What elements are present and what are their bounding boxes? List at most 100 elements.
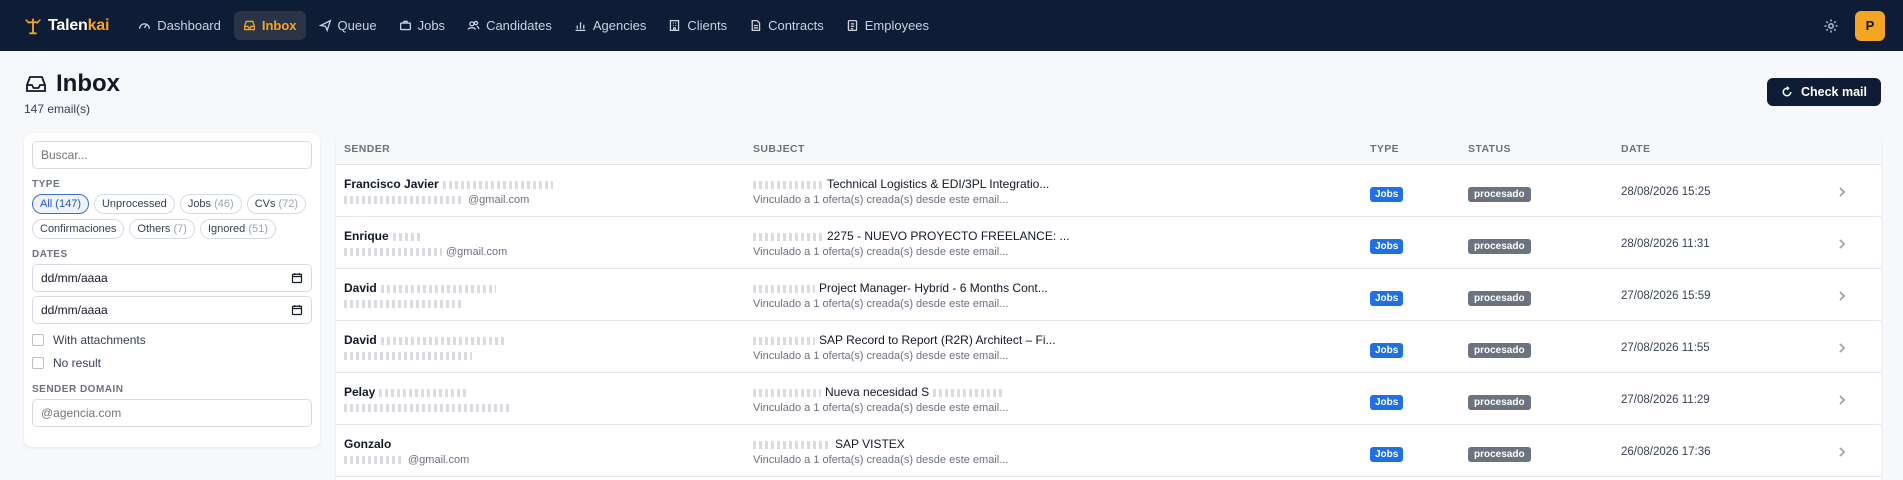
redacted-text — [753, 336, 815, 345]
nav-item-contracts[interactable]: Contracts — [740, 11, 833, 40]
type-badge: Jobs — [1370, 239, 1404, 254]
nav-item-dashboard[interactable]: Dashboard — [129, 11, 230, 40]
nav-label: Inbox — [261, 18, 297, 33]
nav-label: Contracts — [768, 18, 824, 33]
chip-all[interactable]: All (147) — [32, 194, 89, 214]
sender-name: Enrique — [344, 229, 389, 243]
nav-label: Clients — [687, 18, 728, 33]
status-badge: procesado — [1468, 343, 1531, 358]
table-row[interactable]: David Project Manager- Hybrid - 6 Months… — [336, 269, 1881, 321]
subject-sub: Vinculado a 1 oferta(s) creada(s) desde … — [753, 350, 1009, 362]
type-label: TYPE — [32, 179, 61, 190]
chevron-right-icon[interactable] — [1837, 291, 1847, 301]
sender-email: @gmail.com — [468, 194, 530, 206]
subject-text: Technical Logistics & EDI/3PL Integratio… — [827, 177, 1050, 191]
sender-domain-label: SENDER DOMAIN — [32, 384, 124, 395]
nav-item-agencies[interactable]: Agencies — [565, 11, 655, 40]
redacted-text — [392, 232, 423, 241]
chip-jobs[interactable]: Jobs (46) — [179, 194, 242, 214]
redacted-text — [344, 248, 442, 257]
table-row[interactable]: Gonzalo @gmail.com SAP VISTEX Vinculado … — [336, 425, 1881, 477]
page-title-row: Inbox — [24, 70, 120, 98]
check-mail-button[interactable]: Check mail — [1766, 78, 1881, 106]
sender-name: Pelay — [344, 385, 376, 399]
subject-sub: Vinculado a 1 oferta(s) creada(s) desde … — [753, 402, 1009, 414]
type-badge: Jobs — [1370, 187, 1404, 202]
subject-sub: Vinculado a 1 oferta(s) creada(s) desde … — [753, 194, 1009, 206]
sender-cell: Enrique @gmail.com — [344, 229, 744, 258]
header-subject: SUBJECT — [753, 143, 805, 155]
chevron-right-icon[interactable] — [1837, 187, 1847, 197]
subject-sub: Vinculado a 1 oferta(s) creada(s) desde … — [753, 454, 1009, 466]
user-avatar[interactable]: P — [1855, 10, 1885, 41]
sender-email: @gmail.com — [408, 454, 470, 466]
gauge-icon — [139, 23, 151, 29]
redacted-text — [933, 388, 1004, 397]
status-badge: procesado — [1468, 187, 1531, 202]
chip-cvs[interactable]: CVs (72) — [246, 194, 307, 214]
chip-ignored[interactable]: Ignored (51) — [199, 219, 276, 239]
dates-label: DATES — [32, 249, 68, 260]
no-result-row[interactable]: No result — [32, 356, 312, 370]
subject-cell: 2275 - NUEVO PROYECTO FREELANCE: ... Vin… — [753, 229, 1353, 258]
sender-name: Gonzalo — [344, 437, 392, 451]
type-badge: Jobs — [1370, 343, 1404, 358]
with-attachments-row[interactable]: With attachments — [32, 333, 312, 347]
subject-text: 2275 - NUEVO PROYECTO FREELANCE: ... — [827, 229, 1070, 243]
sender-name: Francisco Javier — [344, 177, 439, 191]
table-row[interactable]: Enrique @gmail.com 2275 - NUEVO PROYECTO… — [336, 217, 1881, 269]
subject-text: SAP VISTEX — [835, 437, 905, 451]
no-result-checkbox[interactable] — [32, 357, 44, 369]
nav-item-queue[interactable]: Queue — [310, 11, 386, 40]
date-cell: 28/08/2026 11:31 — [1621, 238, 1710, 250]
type-badge: Jobs — [1370, 447, 1404, 462]
date-cell: 26/08/2026 17:36 — [1621, 446, 1711, 458]
status-badge: procesado — [1468, 395, 1531, 410]
table-row[interactable]: Pelay Nueva necesidad S Vinculado a 1 of… — [336, 373, 1881, 425]
with-attachments-checkbox[interactable] — [32, 334, 44, 346]
date-from-input[interactable]: dd/mm/aaaa — [32, 264, 312, 292]
calendar-icon[interactable] — [291, 304, 303, 316]
sender-domain-input[interactable] — [32, 399, 312, 427]
chevron-right-icon[interactable] — [1837, 343, 1847, 353]
chevron-right-icon[interactable] — [1837, 395, 1847, 405]
users-icon — [467, 20, 480, 30]
redacted-text — [753, 284, 815, 293]
topbar-actions: P — [1823, 0, 1885, 51]
nav-label: Queue — [337, 18, 377, 33]
gear-icon[interactable] — [1823, 18, 1839, 34]
main-nav: Dashboard Inbox Queue Jobs Candidates Ag… — [129, 11, 938, 40]
redacted-text — [753, 440, 831, 449]
chevron-right-icon[interactable] — [1837, 447, 1847, 457]
status-badge: procesado — [1468, 239, 1531, 254]
nav-item-clients[interactable]: Clients — [659, 11, 736, 40]
redacted-text — [753, 180, 823, 189]
sender-cell: David — [344, 281, 744, 310]
nav-item-inbox[interactable]: Inbox — [233, 11, 306, 40]
redacted-text — [380, 336, 506, 345]
search-input[interactable] — [32, 141, 312, 169]
subject-text: Project Manager- Hybrid - 6 Months Cont.… — [819, 281, 1048, 295]
subject-sub: Vinculado a 1 oferta(s) creada(s) desde … — [753, 298, 1009, 310]
chevron-right-icon[interactable] — [1837, 239, 1847, 249]
filters-panel: TYPE All (147) Unprocessed Jobs (46) CVs… — [24, 133, 320, 447]
redacted-text — [344, 404, 509, 413]
chip-confirmaciones[interactable]: Confirmaciones — [32, 219, 125, 239]
header-sender: SENDER — [344, 143, 391, 155]
date-to-input[interactable]: dd/mm/aaaa — [32, 296, 312, 324]
redacted-text — [380, 284, 496, 293]
refresh-icon — [1782, 86, 1792, 97]
chip-unprocessed[interactable]: Unprocessed — [93, 194, 175, 214]
nav-item-jobs[interactable]: Jobs — [390, 11, 454, 40]
table-row[interactable]: David SAP Record to Report (R2R) Archite… — [336, 321, 1881, 373]
sender-cell: Francisco Javier @gmail.com — [344, 177, 744, 206]
type-badge: Jobs — [1370, 395, 1404, 410]
talenkai-logo-icon — [25, 18, 41, 34]
nav-label: Agencies — [592, 18, 647, 33]
table-row[interactable]: Francisco Javier @gmail.com Technical Lo… — [336, 165, 1881, 217]
calendar-icon[interactable] — [291, 272, 303, 284]
nav-item-employees[interactable]: Employees — [837, 11, 938, 40]
chip-others[interactable]: Others (7) — [129, 219, 195, 239]
brand[interactable]: Talenkai — [22, 15, 109, 37]
nav-item-candidates[interactable]: Candidates — [458, 11, 561, 40]
